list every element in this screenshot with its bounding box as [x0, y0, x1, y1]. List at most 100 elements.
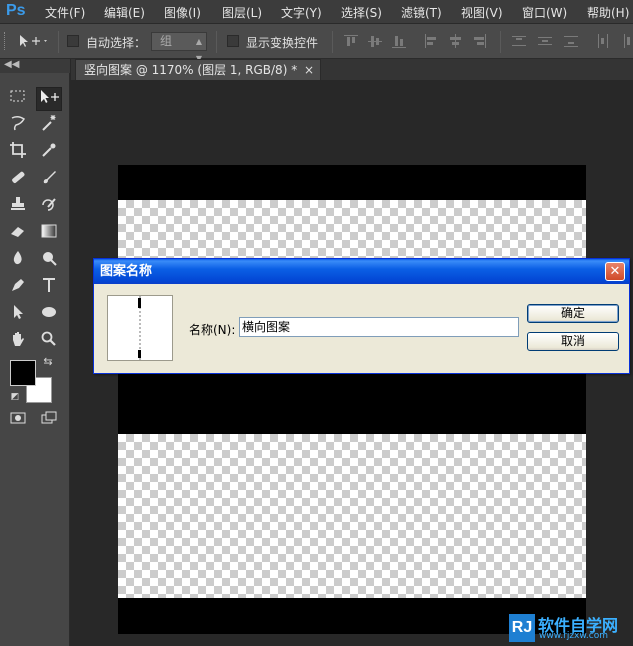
lasso-tool[interactable]: [5, 114, 31, 138]
move-icon: [41, 90, 59, 103]
distribute-vcenter-icon[interactable]: [538, 34, 552, 48]
screen-mode-button[interactable]: [36, 409, 62, 433]
align-vcenter-icon[interactable]: [368, 34, 382, 48]
eraser-tool[interactable]: [5, 222, 31, 246]
preview-mark-bottom: [138, 350, 141, 358]
healing-brush-icon: [12, 171, 25, 183]
document-tab-bar: 竖向图案 @ 1170% (图层 1, RGB/8) * ×: [71, 59, 633, 80]
eyedropper-tool[interactable]: [36, 141, 62, 165]
show-transform-label: 显示变换控件: [246, 36, 319, 50]
options-bar: 自动选择： 组 ▲▼ 显示变换控件: [0, 24, 633, 63]
history-brush-tool[interactable]: [36, 195, 62, 219]
preview-mark-top: [138, 298, 141, 308]
crop-tool[interactable]: [5, 141, 31, 165]
document-tab-title: 竖向图案 @ 1170% (图层 1, RGB/8) *: [84, 63, 298, 77]
site-watermark: RJ 软件自学网 www.rjzxw.com: [509, 612, 631, 644]
type-tool[interactable]: [36, 276, 62, 300]
tool-preset-picker[interactable]: [16, 33, 56, 51]
align-right-icon[interactable]: [472, 34, 486, 48]
blur-icon: [13, 251, 22, 265]
pattern-name-input[interactable]: 横向图案: [239, 317, 519, 337]
separator: [216, 31, 217, 53]
toolbox-header[interactable]: ◀◀: [0, 59, 70, 73]
ellipse-tool[interactable]: [36, 303, 62, 327]
cancel-button[interactable]: 取消: [527, 332, 619, 351]
brush-icon: [43, 171, 56, 184]
menu-window[interactable]: 窗口(W): [522, 4, 567, 21]
close-icon[interactable]: ✕: [605, 262, 625, 281]
lasso-icon: [11, 115, 26, 131]
document-tab[interactable]: 竖向图案 @ 1170% (图层 1, RGB/8) * ×: [75, 59, 321, 80]
magic-wand-icon: [42, 115, 56, 131]
menu-image[interactable]: 图像(I): [164, 4, 201, 21]
blur-tool[interactable]: [5, 249, 31, 273]
distribute-left-icon[interactable]: [596, 34, 610, 48]
path-selection-tool[interactable]: [5, 303, 31, 327]
foreground-color-swatch[interactable]: [10, 360, 36, 386]
menu-type[interactable]: 文字(Y): [281, 4, 322, 21]
gradient-icon: [41, 224, 57, 238]
distribute-top-icon[interactable]: [512, 34, 526, 48]
pattern-name-dialog: 图案名称 ✕ 名称(N): 横向图案 确定 取消: [93, 258, 630, 374]
pattern-preview: [107, 295, 173, 361]
collapse-icon[interactable]: ◀◀: [4, 59, 19, 70]
menu-select[interactable]: 选择(S): [341, 4, 382, 21]
eraser-icon: [11, 227, 24, 237]
distribute-bottom-icon[interactable]: [564, 34, 578, 48]
align-top-icon[interactable]: [344, 34, 358, 48]
pen-tool[interactable]: [5, 276, 31, 300]
photoshop-logo: Ps: [6, 2, 26, 19]
move-tool[interactable]: [36, 87, 62, 111]
dodge-icon: [43, 252, 57, 266]
screen-mode-icon: [41, 411, 57, 424]
auto-select-checkbox[interactable]: [67, 35, 79, 47]
path-selection-icon: [14, 305, 23, 319]
separator: [58, 31, 59, 53]
ok-button[interactable]: 确定: [527, 304, 619, 323]
menu-view[interactable]: 视图(V): [461, 4, 503, 21]
menu-bar: Ps 文件(F) 编辑(E) 图像(I) 图层(L) 文字(Y) 选择(S) 滤…: [0, 0, 633, 24]
zoom-tool[interactable]: [36, 330, 62, 354]
close-tab-icon[interactable]: ×: [304, 60, 314, 80]
clone-stamp-tool[interactable]: [5, 195, 31, 219]
document-canvas[interactable]: [118, 165, 586, 634]
menu-filter[interactable]: 滤镜(T): [401, 4, 442, 21]
move-icon: [20, 35, 47, 47]
distribute-hcenter-icon[interactable]: [620, 34, 633, 48]
clone-stamp-icon: [11, 197, 25, 210]
align-left-icon[interactable]: [424, 34, 438, 48]
quick-mask-button[interactable]: [5, 409, 31, 433]
brush-tool[interactable]: [36, 168, 62, 192]
name-label: 名称(N):: [189, 323, 236, 337]
healing-brush-tool[interactable]: [5, 168, 31, 192]
align-bottom-icon[interactable]: [392, 34, 406, 48]
quick-mask-icon: [10, 412, 26, 424]
transparent-region-bottom: [118, 434, 586, 598]
watermark-url: www.rjzxw.com: [539, 631, 608, 641]
marquee-tool[interactable]: [5, 87, 31, 111]
menu-edit[interactable]: 编辑(E): [104, 4, 145, 21]
eyedropper-icon: [42, 143, 56, 157]
type-icon: [43, 278, 55, 292]
dodge-tool[interactable]: [36, 249, 62, 273]
magic-wand-tool[interactable]: [36, 114, 62, 138]
history-brush-icon: [42, 198, 56, 211]
zoom-icon: [41, 331, 56, 346]
menu-help[interactable]: 帮助(H): [587, 4, 629, 21]
show-transform-checkbox[interactable]: [227, 35, 239, 47]
auto-select-dropdown[interactable]: 组 ▲▼: [151, 32, 207, 63]
gradient-tool[interactable]: [36, 222, 62, 246]
menu-layer[interactable]: 图层(L): [222, 4, 262, 21]
default-colors-icon[interactable]: ◩: [8, 390, 22, 404]
crop-icon: [10, 142, 26, 158]
align-hcenter-icon[interactable]: [448, 34, 462, 48]
swap-colors-icon[interactable]: ⇆: [40, 355, 56, 369]
options-grip[interactable]: [4, 32, 7, 50]
separator: [332, 31, 333, 53]
menu-file[interactable]: 文件(F): [45, 4, 85, 21]
watermark-logo: RJ: [509, 614, 535, 642]
auto-select-value: 组: [160, 34, 173, 48]
dialog-title-bar[interactable]: 图案名称: [94, 259, 629, 284]
ellipse-icon: [42, 307, 56, 317]
hand-tool[interactable]: [5, 330, 31, 354]
